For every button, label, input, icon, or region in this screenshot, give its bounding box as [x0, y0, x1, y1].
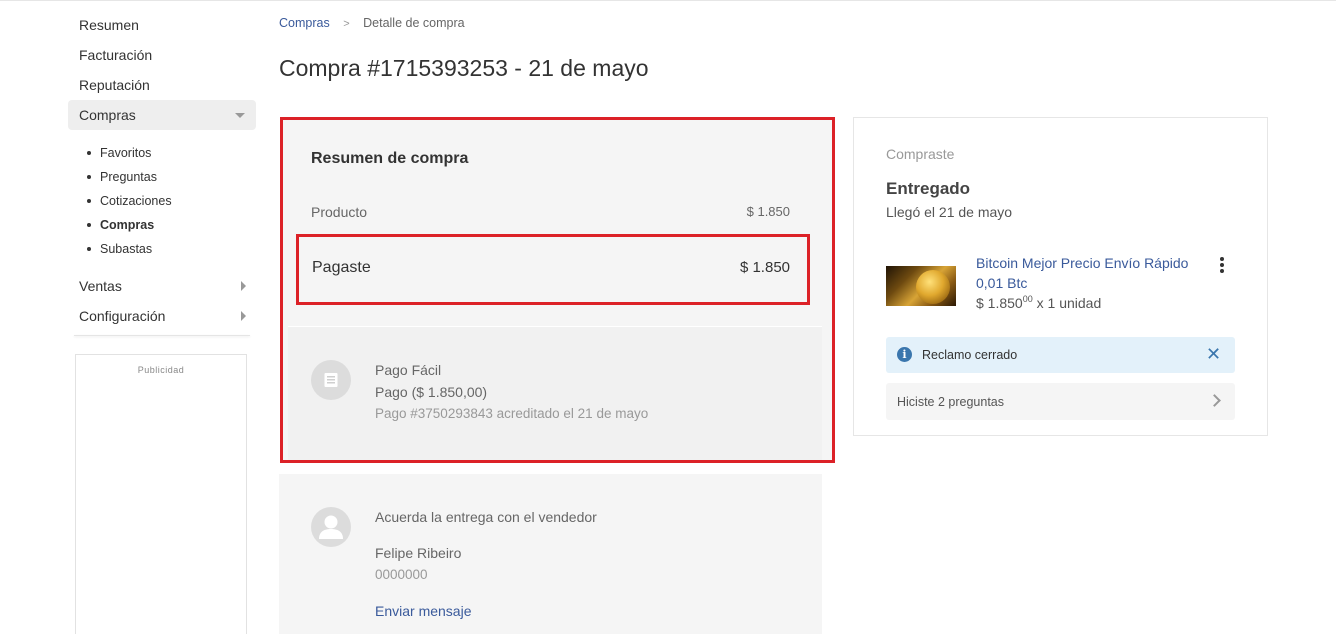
sidebar-submenu: Favoritos Preguntas Cotizaciones Compras… [68, 130, 256, 271]
product-title-link[interactable]: Bitcoin Mejor Precio Envío Rápido 0,01 B… [976, 253, 1211, 293]
product-price: $ 1.85000 x 1 unidad [976, 294, 1101, 311]
claim-banner: i Reclamo cerrado ✕ [886, 337, 1235, 373]
product-thumbnail[interactable] [886, 266, 956, 306]
product-quantity: x 1 unidad [1036, 295, 1102, 311]
submenu-item-favoritos[interactable]: Favoritos [87, 141, 256, 165]
payment-method: Pago Fácil [375, 362, 442, 378]
close-icon[interactable]: ✕ [1206, 345, 1221, 363]
sidebar-item-resumen[interactable]: Resumen [68, 10, 256, 40]
product-row: Producto $ 1.850 [311, 204, 790, 220]
questions-row[interactable]: Hiciste 2 preguntas [886, 383, 1235, 420]
ad-box: Publicidad [75, 354, 247, 634]
sidebar-item-facturacion[interactable]: Facturación [68, 40, 256, 70]
bitcoin-coin-image [916, 270, 950, 304]
submenu-item-compras[interactable]: Compras [87, 213, 256, 237]
breadcrumb: Compras > Detalle de compra [279, 16, 465, 30]
seller-name: Felipe Ribeiro [375, 545, 462, 561]
payment-section: Pago Fácil Pago ($ 1.850,00) Pago #37502… [288, 326, 822, 460]
info-icon: i [897, 347, 912, 362]
sidebar-item-reputacion[interactable]: Reputación [68, 70, 256, 100]
ad-label: Publicidad [137, 365, 185, 375]
chevron-right-icon [1208, 394, 1221, 407]
delivery-title: Acuerda la entrega con el vendedor [375, 509, 597, 525]
submenu-item-cotizaciones[interactable]: Cotizaciones [87, 189, 256, 213]
sidebar-item-label: Ventas [79, 278, 122, 294]
payment-detail: Pago #3750293843 acreditado el 21 de may… [375, 406, 649, 421]
paid-amount: $ 1.850 [739, 259, 790, 276]
chevron-down-icon [235, 113, 245, 118]
delivery-card: Acuerda la entrega con el vendedor Felip… [279, 474, 822, 634]
user-icon [311, 507, 351, 547]
chevron-right-icon [241, 311, 246, 321]
sidebar-divider [74, 335, 250, 336]
price-cents: 00 [1022, 294, 1033, 304]
summary-title: Resumen de compra [311, 150, 469, 167]
breadcrumb-separator: > [343, 18, 350, 30]
top-border [0, 0, 1336, 1]
more-options-icon[interactable] [1219, 257, 1225, 275]
paid-label: Pagaste [312, 259, 371, 276]
paid-highlight-box: Pagaste $ 1.850 [296, 234, 810, 305]
breadcrumb-current: Detalle de compra [363, 16, 465, 30]
order-arrived: Llegó el 21 de mayo [886, 204, 1013, 220]
receipt-icon [311, 360, 351, 400]
order-status-card: Compraste Entregado Llegó el 21 de mayo … [853, 117, 1268, 436]
submenu-item-preguntas[interactable]: Preguntas [87, 165, 256, 189]
seller-phone: 0000000 [375, 567, 428, 582]
questions-text: Hiciste 2 preguntas [897, 395, 1005, 409]
send-message-link[interactable]: Enviar mensaje [375, 603, 472, 619]
page-title: Compra #1715393253 - 21 de mayo [279, 55, 649, 81]
sidebar-item-compras[interactable]: Compras [68, 100, 256, 130]
price-main: $ 1.850 [976, 295, 1023, 311]
sidebar-item-label: Configuración [79, 308, 166, 324]
claim-text: Reclamo cerrado [922, 348, 1018, 362]
order-status: Entregado [886, 179, 971, 198]
submenu-item-subastas[interactable]: Subastas [87, 237, 256, 261]
sidebar-item-label: Compras [79, 107, 136, 123]
purchase-summary-card: Resumen de compra Producto $ 1.850 Pagas… [282, 120, 832, 460]
sidebar-item-configuracion[interactable]: Configuración [68, 301, 256, 331]
product-amount: $ 1.850 [746, 204, 790, 219]
product-label: Producto [311, 204, 368, 220]
breadcrumb-link-compras[interactable]: Compras [279, 16, 330, 30]
order-label: Compraste [886, 146, 955, 162]
sidebar-item-ventas[interactable]: Ventas [68, 271, 256, 301]
payment-amount: Pago ($ 1.850,00) [375, 384, 488, 400]
chevron-right-icon [241, 281, 246, 291]
sidebar: Resumen Facturación Reputación Compras F… [68, 10, 256, 336]
